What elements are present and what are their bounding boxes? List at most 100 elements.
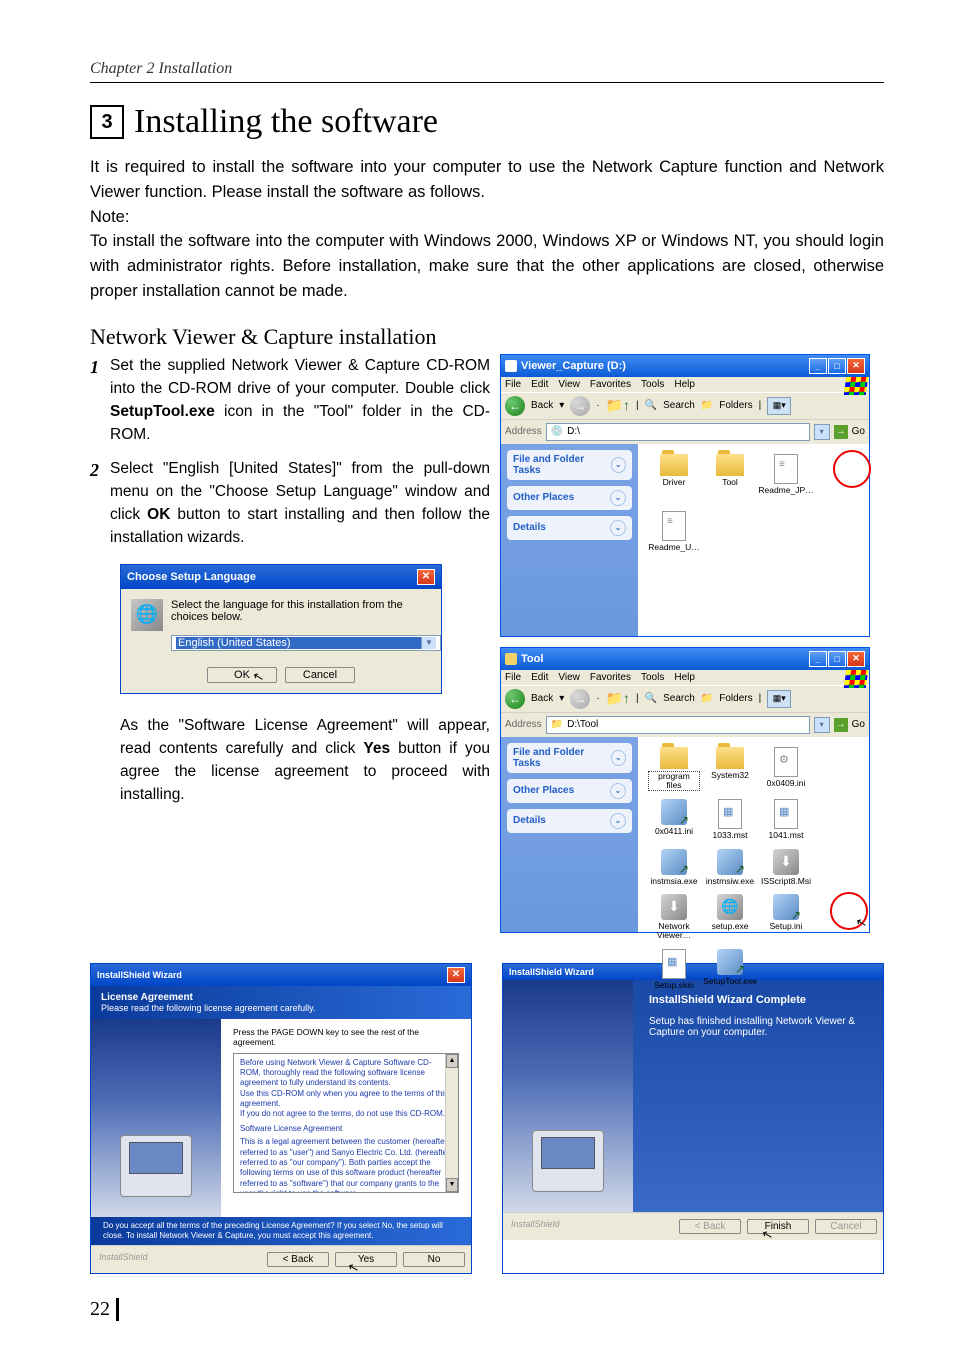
chevron-icon[interactable]: ⌄ bbox=[610, 520, 626, 536]
minimize-icon[interactable]: _ bbox=[809, 651, 827, 667]
wizard-subheading: Please read the following license agreem… bbox=[101, 1003, 461, 1013]
ok-button[interactable]: OK bbox=[207, 667, 277, 683]
search-label[interactable]: Search bbox=[663, 400, 695, 411]
maximize-icon[interactable]: □ bbox=[828, 358, 846, 374]
side-details[interactable]: Details⌄ bbox=[507, 516, 632, 540]
menu-view[interactable]: View bbox=[558, 379, 580, 390]
file-readme-jp[interactable]: Readme_JP… bbox=[760, 454, 812, 495]
finish-button[interactable]: Finish bbox=[747, 1219, 809, 1234]
side-file-folder-tasks[interactable]: File and Folder Tasks⌄ bbox=[507, 743, 632, 773]
folder-driver[interactable]: Driver bbox=[648, 454, 700, 495]
up-icon[interactable]: 📁↑ bbox=[606, 690, 630, 707]
menu-edit[interactable]: Edit bbox=[531, 672, 548, 683]
search-icon[interactable]: 🔍 bbox=[645, 400, 657, 411]
cancel-button[interactable]: Cancel bbox=[285, 667, 355, 683]
file-isscript8-msi[interactable]: ⬇ISScript8.Msi bbox=[760, 849, 812, 886]
maximize-icon[interactable]: □ bbox=[828, 651, 846, 667]
wizard-complete-heading: InstallShield Wizard Complete bbox=[649, 994, 867, 1006]
close-icon[interactable]: ✕ bbox=[847, 651, 865, 667]
go-icon[interactable]: → bbox=[834, 425, 848, 439]
search-label[interactable]: Search bbox=[663, 693, 695, 704]
file-0x0409-ini[interactable]: 0x0409.ini bbox=[760, 747, 812, 792]
folder-tool[interactable]: Tool bbox=[704, 454, 756, 495]
close-icon[interactable]: ✕ bbox=[847, 358, 865, 374]
back-button[interactable]: < Back bbox=[267, 1252, 329, 1267]
folder-system32[interactable]: System32 bbox=[704, 747, 756, 792]
language-dropdown[interactable]: English (United States) ▼ bbox=[171, 635, 441, 651]
menu-edit[interactable]: Edit bbox=[531, 379, 548, 390]
no-button[interactable]: No bbox=[403, 1252, 465, 1267]
file-instmsiw[interactable]: instmsiw.exe bbox=[704, 849, 756, 886]
chevron-icon[interactable]: ⌄ bbox=[610, 490, 626, 506]
views-icon[interactable]: ▦▾ bbox=[767, 690, 791, 708]
file-1033-mst[interactable]: 1033.mst bbox=[704, 799, 756, 840]
license-textbox[interactable]: Before using Network Viewer & Capture So… bbox=[233, 1053, 459, 1193]
file-setup-exe[interactable]: 🌐setup.exe bbox=[704, 894, 756, 941]
back-label[interactable]: Back bbox=[531, 693, 553, 704]
go-label[interactable]: Go bbox=[852, 719, 865, 730]
chevron-down-icon[interactable]: ▾ bbox=[814, 717, 830, 733]
chevron-icon[interactable]: ⌄ bbox=[610, 813, 626, 829]
forward-icon[interactable]: → bbox=[570, 689, 590, 709]
side-other-places[interactable]: Other Places⌄ bbox=[507, 486, 632, 510]
file-setup-skin[interactable]: Setup.skin bbox=[648, 949, 700, 990]
intro-p2: To install the software into the compute… bbox=[90, 232, 884, 300]
menu-help[interactable]: Help bbox=[674, 379, 695, 390]
menu-favorites[interactable]: Favorites bbox=[590, 672, 631, 683]
folder-program-files[interactable]: program files bbox=[648, 747, 700, 792]
file-readme-u[interactable]: Readme_U… bbox=[648, 511, 700, 552]
back-icon[interactable]: ← bbox=[505, 689, 525, 709]
chevron-down-icon[interactable]: ▼ bbox=[421, 637, 436, 649]
chevron-down-icon[interactable]: ▾ bbox=[814, 424, 830, 440]
menu-help[interactable]: Help bbox=[674, 672, 695, 683]
close-icon[interactable]: ✕ bbox=[447, 967, 465, 983]
folders-label[interactable]: Folders bbox=[719, 400, 752, 411]
back-label[interactable]: Back bbox=[531, 400, 553, 411]
window-titlebar[interactable]: Tool _ □ ✕ bbox=[501, 648, 869, 670]
side-details[interactable]: Details⌄ bbox=[507, 809, 632, 833]
menu-tools[interactable]: Tools bbox=[641, 379, 664, 390]
forward-icon[interactable]: → bbox=[570, 396, 590, 416]
file-area[interactable]: Driver Tool Readme_JP… Readme_U… bbox=[638, 444, 869, 636]
yes-button[interactable]: Yes bbox=[335, 1252, 397, 1267]
menu-file[interactable]: File bbox=[505, 672, 521, 683]
close-icon[interactable]: ✕ bbox=[417, 569, 435, 585]
search-icon[interactable]: 🔍 bbox=[645, 693, 657, 704]
menubar[interactable]: File Edit View Favorites Tools Help bbox=[501, 377, 869, 392]
file-area[interactable]: program files System32 0x0409.ini 0x0411… bbox=[638, 737, 869, 932]
scroll-up-icon[interactable]: ▲ bbox=[446, 1054, 458, 1068]
file-0x0411-ini[interactable]: 0x0411.ini bbox=[648, 799, 700, 840]
go-icon[interactable]: → bbox=[834, 718, 848, 732]
scroll-down-icon[interactable]: ▼ bbox=[446, 1178, 458, 1192]
views-icon[interactable]: ▦▾ bbox=[767, 397, 791, 415]
msi-file-icon: ⬇ bbox=[773, 849, 799, 875]
chevron-icon[interactable]: ⌄ bbox=[611, 750, 626, 766]
chapter-header: Chapter 2 Installation bbox=[90, 60, 884, 83]
back-icon[interactable]: ← bbox=[505, 396, 525, 416]
menu-file[interactable]: File bbox=[505, 379, 521, 390]
folders-icon[interactable]: 📁 bbox=[701, 693, 713, 704]
menu-view[interactable]: View bbox=[558, 672, 580, 683]
go-label[interactable]: Go bbox=[852, 426, 865, 437]
file-setup-ini[interactable]: Setup.ini bbox=[760, 894, 812, 941]
up-icon[interactable]: 📁↑ bbox=[606, 397, 630, 414]
window-titlebar[interactable]: Viewer_Capture (D:) _ □ ✕ bbox=[501, 355, 869, 377]
address-field[interactable]: 💿 D:\ bbox=[546, 423, 810, 441]
folders-icon[interactable]: 📁 bbox=[701, 400, 713, 411]
scrollbar[interactable]: ▲ ▼ bbox=[445, 1054, 458, 1192]
address-field[interactable]: 📁 D:\Tool bbox=[546, 716, 810, 734]
minimize-icon[interactable]: _ bbox=[809, 358, 827, 374]
menubar[interactable]: File Edit View Favorites Tools Help bbox=[501, 670, 869, 685]
file-network-viewer[interactable]: ⬇Network Viewer… bbox=[648, 894, 700, 941]
side-other-places[interactable]: Other Places⌄ bbox=[507, 779, 632, 803]
chevron-icon[interactable]: ⌄ bbox=[611, 457, 626, 473]
wizard-titlebar[interactable]: InstallShield Wizard ✕ bbox=[91, 964, 471, 986]
menu-tools[interactable]: Tools bbox=[641, 672, 664, 683]
chevron-icon[interactable]: ⌄ bbox=[610, 783, 626, 799]
menu-favorites[interactable]: Favorites bbox=[590, 379, 631, 390]
folders-label[interactable]: Folders bbox=[719, 693, 752, 704]
file-instmsia[interactable]: instmsia.exe bbox=[648, 849, 700, 886]
file-setuptool-exe[interactable]: SetupTool.exe bbox=[704, 949, 756, 990]
file-1041-mst[interactable]: 1041.mst bbox=[760, 799, 812, 840]
side-file-folder-tasks[interactable]: File and Folder Tasks⌄ bbox=[507, 450, 632, 480]
